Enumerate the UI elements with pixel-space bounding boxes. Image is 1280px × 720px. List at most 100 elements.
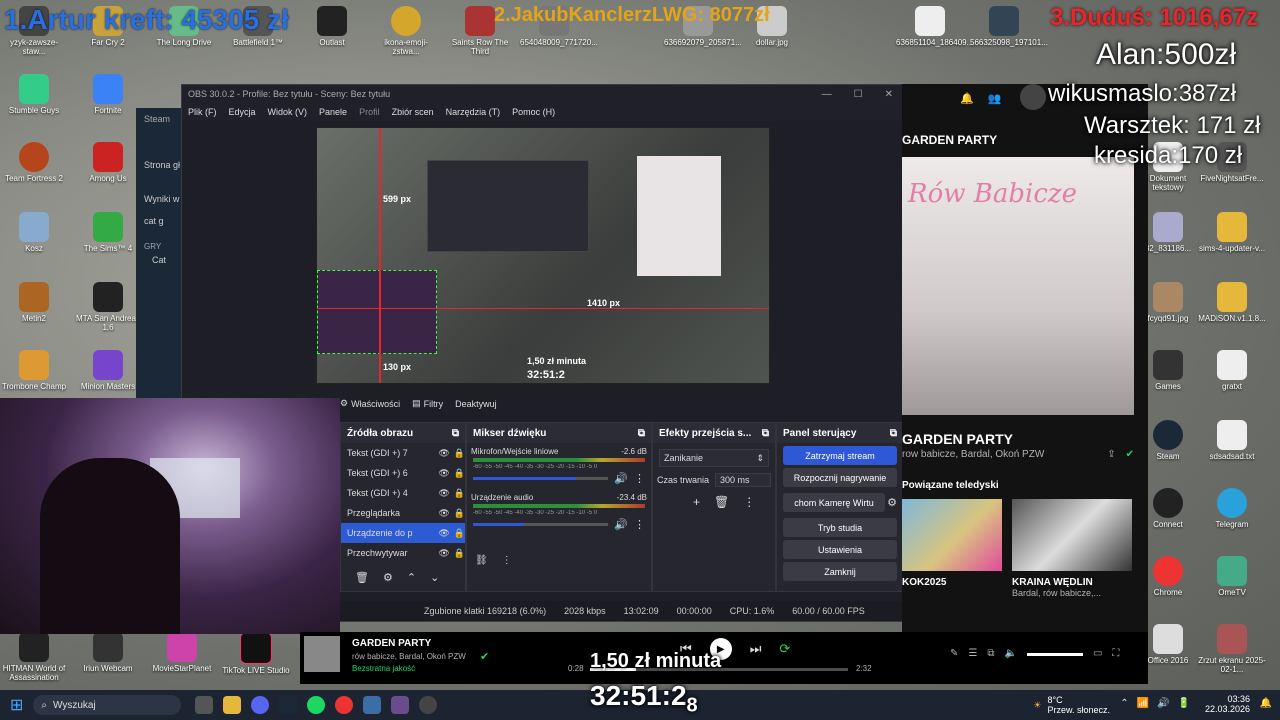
desktop-icon[interactable]: Iriun Webcam [74,632,142,673]
maximize-icon[interactable]: ☐ [854,89,863,100]
virtual-camera-button[interactable]: chom Kamerę Wirtu [783,493,886,512]
menu-profile[interactable]: Profil [359,107,380,117]
desktop-icon[interactable]: Kosz [0,212,68,253]
lock-icon[interactable]: 🔒 [454,448,465,459]
steam-window[interactable]: Steam Strona gł Wyniki w cat g GRY Cat [136,108,184,398]
steam-search-input[interactable]: cat g [136,204,184,226]
source-item[interactable]: Przeglądarka 👁 🔒 [341,503,465,523]
player-track[interactable]: GARDEN PARTY [352,638,431,649]
desktop-icon[interactable]: MovieStarPlanet [148,632,216,673]
source-item[interactable]: Tekst (GDI +) 7 👁 🔒 [341,443,465,463]
volume-icon[interactable]: 🔈 [1005,648,1017,659]
eye-icon[interactable]: 👁 [438,508,449,519]
file-icon[interactable]: gratxt [1198,350,1266,391]
desktop-icon[interactable]: OmeTV [1198,556,1266,597]
obs-taskbar-icon[interactable] [391,696,410,714]
next-icon[interactable]: ⏭ [750,641,762,657]
check-icon[interactable]: ✔ [480,650,489,663]
app-icon[interactable] [419,696,438,714]
more-icon[interactable]: ⋮ [634,518,645,531]
folder-icon[interactable]: MADiSON.v1.1.8... [1198,282,1266,323]
desktop-icon[interactable]: The Sims™ 4 [74,212,142,253]
check-icon[interactable]: ✔ [1126,449,1134,460]
desktop-icon[interactable]: HITMAN World of Assassination [0,632,68,682]
trash-icon[interactable]: 🗑 [714,495,729,509]
avatar[interactable] [1020,84,1046,110]
speaker-icon[interactable]: 🔊 [614,518,628,531]
steam-icon[interactable] [279,696,298,714]
dock-undock-icon[interactable]: ⧉ [762,428,769,439]
notification-icon[interactable]: 🔔 [1260,698,1272,709]
lock-icon[interactable]: 🔒 [454,508,465,519]
spotify-window[interactable]: 🔔 👥 GARDEN PARTY Rów Babicze GARDEN PARTY… [902,84,1148,684]
minimize-icon[interactable]: — [822,89,832,100]
start-recording-button[interactable]: Rozpocznij nagrywanie [783,468,897,487]
lock-icon[interactable]: 🔒 [454,528,465,539]
chrome-icon[interactable] [335,696,354,714]
volume-icon[interactable]: 🔊 [1157,698,1169,709]
properties-button[interactable]: ⚙ Właściwości [340,398,400,409]
settings-button[interactable]: Ustawienia [783,540,897,559]
video-card[interactable]: KRAINA WĘDLIN Bardal, rów babicze,... [1012,499,1132,598]
desktop-icon[interactable]: Trombone Champ [0,350,68,391]
eye-icon[interactable]: 👁 [438,488,449,499]
filters-button[interactable]: ▤ Filtry [412,398,443,409]
eye-icon[interactable]: 👁 [438,548,449,559]
chevron-up-icon[interactable]: ⌃ [1120,698,1128,709]
wifi-icon[interactable]: 📶 [1137,698,1149,709]
source-item[interactable]: Przechwytywar 👁 🔒 [341,543,465,563]
speaker-icon[interactable]: 🔊 [614,472,628,485]
plus-icon[interactable]: + [693,495,700,509]
queue-icon[interactable]: ☰ [968,648,977,659]
windows-start-icon[interactable]: ⊞ [10,695,23,715]
volume-slider[interactable] [473,523,609,526]
taskbar-search[interactable]: ⌕ Wyszukaj [33,695,182,715]
steam-home[interactable]: Strona gł [136,124,184,170]
deactivate-button[interactable]: Deaktywuj [455,399,497,409]
eye-icon[interactable]: 👁 [438,528,449,539]
lock-icon[interactable]: 🔒 [454,488,465,499]
lyrics-icon[interactable]: ✎ [950,648,958,659]
more-icon[interactable]: ⋮ [634,472,645,485]
trash-icon[interactable]: 🗑 [355,571,369,584]
transition-select[interactable]: Zanikanie ⇕ [659,449,769,467]
studio-mode-button[interactable]: Tryb studia [783,518,897,537]
mini-player-icon[interactable]: ▭ [1093,648,1102,659]
source-item-selected[interactable]: Urządzenie do p 👁 🔒 [341,523,465,543]
file-explorer-icon[interactable] [223,696,242,714]
dock-undock-icon[interactable]: ⧉ [890,428,897,439]
desktop-icon[interactable]: Fortnite [74,74,142,115]
menu-docks[interactable]: Panele [319,107,347,117]
menu-scene-collection[interactable]: Zbiór scen [392,107,434,117]
bell-icon[interactable]: 🔔 [960,92,974,105]
task-view-icon[interactable] [195,696,214,714]
video-card[interactable]: KOK2025 [902,499,1002,598]
desktop-icon[interactable]: Zrzut ekranu 2025-02-1... [1198,624,1266,674]
telegram-icon[interactable]: Telegram [1198,488,1266,529]
source-item[interactable]: Tekst (GDI +) 4 👁 🔒 [341,483,465,503]
player-artists[interactable]: rów babicze, Bardal, Okoń PZW [352,652,466,661]
desktop-icon[interactable]: Minion Masters [74,350,142,391]
desktop-icon[interactable]: Stumble Guys [0,74,68,115]
fullscreen-icon[interactable]: ⛶ [1112,648,1119,659]
duration-input[interactable]: 300 ms [715,473,771,487]
desktop-icon[interactable]: Metin2 [0,282,68,323]
menu-file[interactable]: Plik (F) [188,107,217,117]
volume-slider[interactable] [1026,653,1083,656]
desktop-icon[interactable]: Outlast [298,6,366,47]
more-icon[interactable]: ⋮ [743,495,755,509]
device-icon[interactable]: ⧉ [987,648,994,659]
eye-icon[interactable]: 👁 [438,468,449,479]
close-icon[interactable]: ✕ [885,89,893,100]
desktop-icon[interactable]: MTA San Andreas 1.6 [74,282,142,332]
desktop-icon[interactable]: ikona-emoji-zstwa... [372,6,440,56]
obs-titlebar[interactable]: OBS 30.0.2 - Profile: Bez tytułu - Sceny… [182,85,903,103]
desktop-icon[interactable]: 636851104_186409... [896,6,973,47]
desktop-icon[interactable]: Among Us [74,142,142,183]
stop-stream-button[interactable]: Zatrzymaj stream [783,446,897,465]
repeat-icon[interactable]: ⟳ [779,641,790,657]
dock-undock-icon[interactable]: ⧉ [638,428,645,439]
menu-edit[interactable]: Edycja [229,107,256,117]
more-icon[interactable]: ⋮ [502,555,512,566]
obs-preview[interactable]: 599 px 1410 px 130 px 1,50 zł minuta 32:… [316,127,770,384]
